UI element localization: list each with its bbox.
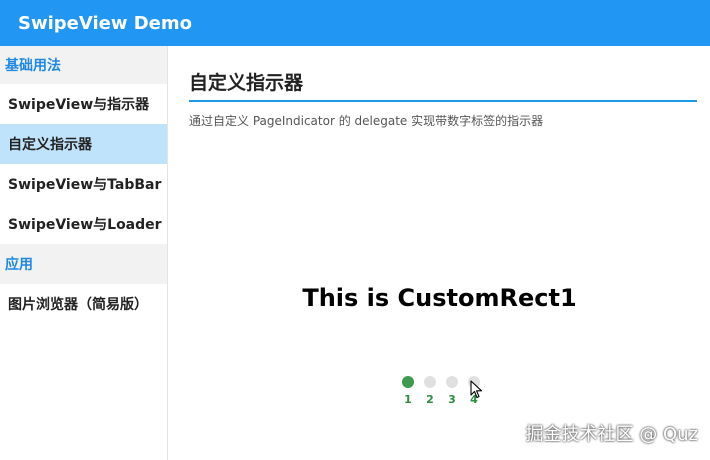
app-title: SwipeView Demo (18, 12, 193, 34)
sidebar-item-swipeview-tabbar[interactable]: SwipeView与TabBar (0, 164, 167, 204)
sidebar-item-swipeview-indicator[interactable]: SwipeView与指示器 (0, 84, 167, 124)
indicator-page-1[interactable]: 1 (401, 376, 415, 406)
indicator-dot (424, 376, 436, 388)
indicator-dot (446, 376, 458, 388)
app-window: SwipeView Demo 基础用法 SwipeView与指示器 自定义指示器… (0, 0, 710, 460)
page-indicator[interactable]: 1 2 3 4 (401, 376, 481, 406)
main-content: 自定义指示器 通过自定义 PageIndicator 的 delegate 实现… (169, 46, 710, 460)
sidebar-group-basic: 基础用法 (0, 46, 167, 84)
sidebar-item-swipeview-loader[interactable]: SwipeView与Loader (0, 204, 167, 244)
sidebar: 基础用法 SwipeView与指示器 自定义指示器 SwipeView与TabB… (0, 46, 168, 460)
indicator-label: 2 (426, 393, 434, 406)
title-underline (189, 100, 697, 102)
indicator-page-3[interactable]: 3 (445, 376, 459, 406)
sidebar-item-image-browser[interactable]: 图片浏览器（简易版） (0, 284, 167, 324)
sidebar-item-custom-indicator[interactable]: 自定义指示器 (0, 124, 167, 164)
sidebar-group-apps: 应用 (0, 244, 167, 284)
indicator-label: 3 (448, 393, 456, 406)
page-description: 通过自定义 PageIndicator 的 delegate 实现带数字标签的指… (189, 114, 544, 128)
mouse-cursor-icon (470, 380, 483, 399)
swipe-view-page[interactable]: This is CustomRect1 (169, 284, 710, 312)
page-title: 自定义指示器 (189, 72, 304, 94)
indicator-page-2[interactable]: 2 (423, 376, 437, 406)
watermark: 掘金技术社区 @ Quz (525, 424, 698, 445)
indicator-label: 1 (404, 393, 412, 406)
app-header: SwipeView Demo (0, 0, 710, 46)
indicator-dot-active (402, 376, 414, 388)
